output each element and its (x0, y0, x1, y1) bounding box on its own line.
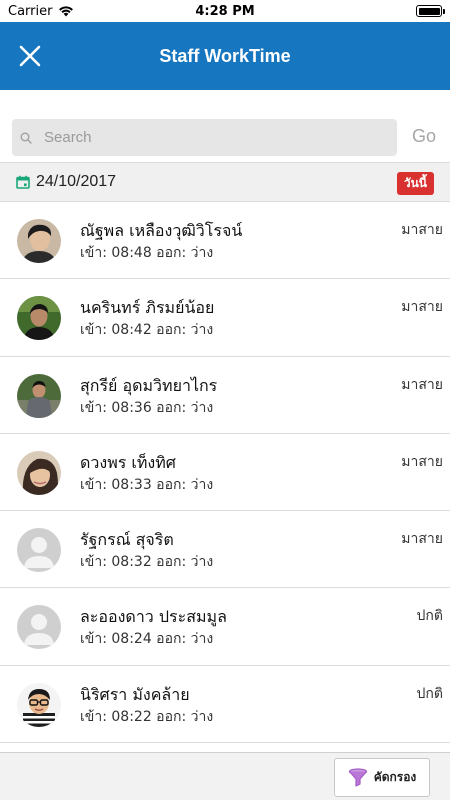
staff-row[interactable]: นิริศรา มังคล้าย เข้า: 08:22 ออก: ว่าง ป… (0, 665, 450, 744)
filter-button[interactable]: คัดกรอง (334, 758, 430, 797)
staff-row[interactable]: ดวงพร เท็งทิศ เข้า: 08:33 ออก: ว่าง มาสา… (0, 433, 450, 512)
cartoon-avatar-icon (17, 682, 61, 727)
staff-time: เข้า: 08:42 ออก: ว่าง (80, 322, 214, 339)
funnel-icon (348, 767, 367, 787)
carrier-label: Carrier (8, 3, 53, 19)
search-area: Go (0, 90, 450, 162)
avatar-photo-icon (17, 296, 61, 341)
staff-time: เข้า: 08:48 ออก: ว่าง (80, 245, 214, 261)
staff-name: ดวงพร เท็งทิศ (80, 452, 176, 472)
staff-list: ณัฐพล เหลืองวุฒิวิโรจน์ เข้า: 08:48 ออก:… (0, 202, 450, 752)
filter-label: คัดกรอง (373, 770, 417, 784)
today-button[interactable]: วันนี้ (396, 172, 434, 195)
date-label: 24/10/2017 (36, 173, 117, 190)
staff-time: เข้า: 08:32 ออก: ว่าง (80, 554, 214, 571)
avatar-photo-icon (17, 373, 61, 418)
close-icon (19, 45, 41, 67)
staff-time: เข้า: 08:33 ออก: ว่าง (80, 476, 214, 493)
date-bar: 24/10/2017 วันนี้ (0, 162, 450, 202)
staff-status: มาสาย (401, 299, 443, 316)
search-input[interactable] (44, 129, 374, 146)
go-button[interactable]: Go (412, 126, 436, 147)
staff-status: มาสาย (401, 453, 443, 470)
avatar-photo-icon (17, 219, 61, 263)
staff-row[interactable]: ละอองดาว ประสมมูล เข้า: 08:24 ออก: ว่าง … (0, 588, 450, 666)
staff-time: เข้า: 08:36 ออก: ว่าง (80, 399, 214, 416)
staff-time: เข้า: 08:22 ออก: ว่าง (80, 708, 214, 725)
default-avatar-icon (17, 528, 61, 573)
calendar-icon (16, 175, 30, 189)
staff-name: รัฐกรณ์ สุจริต (80, 530, 174, 550)
staff-name: สุกรีย์ อุดมวิทยาไกร (80, 375, 218, 395)
staff-name: นครินทร์ ภิรมย์น้อย (80, 298, 215, 318)
wifi-icon (59, 6, 74, 17)
bottom-bar: คัดกรอง (0, 752, 450, 800)
staff-name: ละอองดาว ประสมมูล (80, 607, 227, 627)
staff-name: นิริศรา มังคล้าย (80, 684, 190, 704)
staff-row[interactable]: นครินทร์ ภิรมย์น้อย เข้า: 08:42 ออก: ว่า… (0, 279, 450, 357)
avatar-photo-icon (17, 450, 61, 495)
nav-bar: Staff WorkTime (0, 22, 450, 90)
page-title: Staff WorkTime (159, 45, 291, 66)
status-bar: Carrier 4:28 PM (0, 0, 450, 22)
staff-status: มาสาย (401, 531, 443, 548)
battery-icon (416, 5, 445, 17)
status-left: Carrier (8, 4, 74, 19)
search-icon (20, 132, 32, 144)
staff-status: ปกติ (416, 685, 443, 702)
staff-row[interactable]: ณัฐพล เหลืองวุฒิวิโรจน์ เข้า: 08:48 ออก:… (0, 202, 450, 280)
staff-time: เข้า: 08:24 ออก: ว่าง (80, 631, 214, 648)
staff-status: มาสาย (401, 222, 443, 238)
staff-status: ปกติ (416, 608, 443, 625)
staff-row[interactable]: รัฐกรณ์ สุจริต เข้า: 08:32 ออก: ว่าง มาส… (0, 511, 450, 589)
staff-row[interactable]: สุกรีย์ อุดมวิทยาไกร เข้า: 08:36 ออก: ว่… (0, 356, 450, 434)
staff-name: ณัฐพล เหลืองวุฒิวิโรจน์ (80, 221, 243, 240)
search-box[interactable] (12, 119, 397, 156)
battery-fill (418, 7, 440, 15)
default-avatar-icon (17, 605, 61, 650)
staff-status: มาสาย (401, 376, 443, 393)
close-button[interactable] (8, 34, 52, 78)
